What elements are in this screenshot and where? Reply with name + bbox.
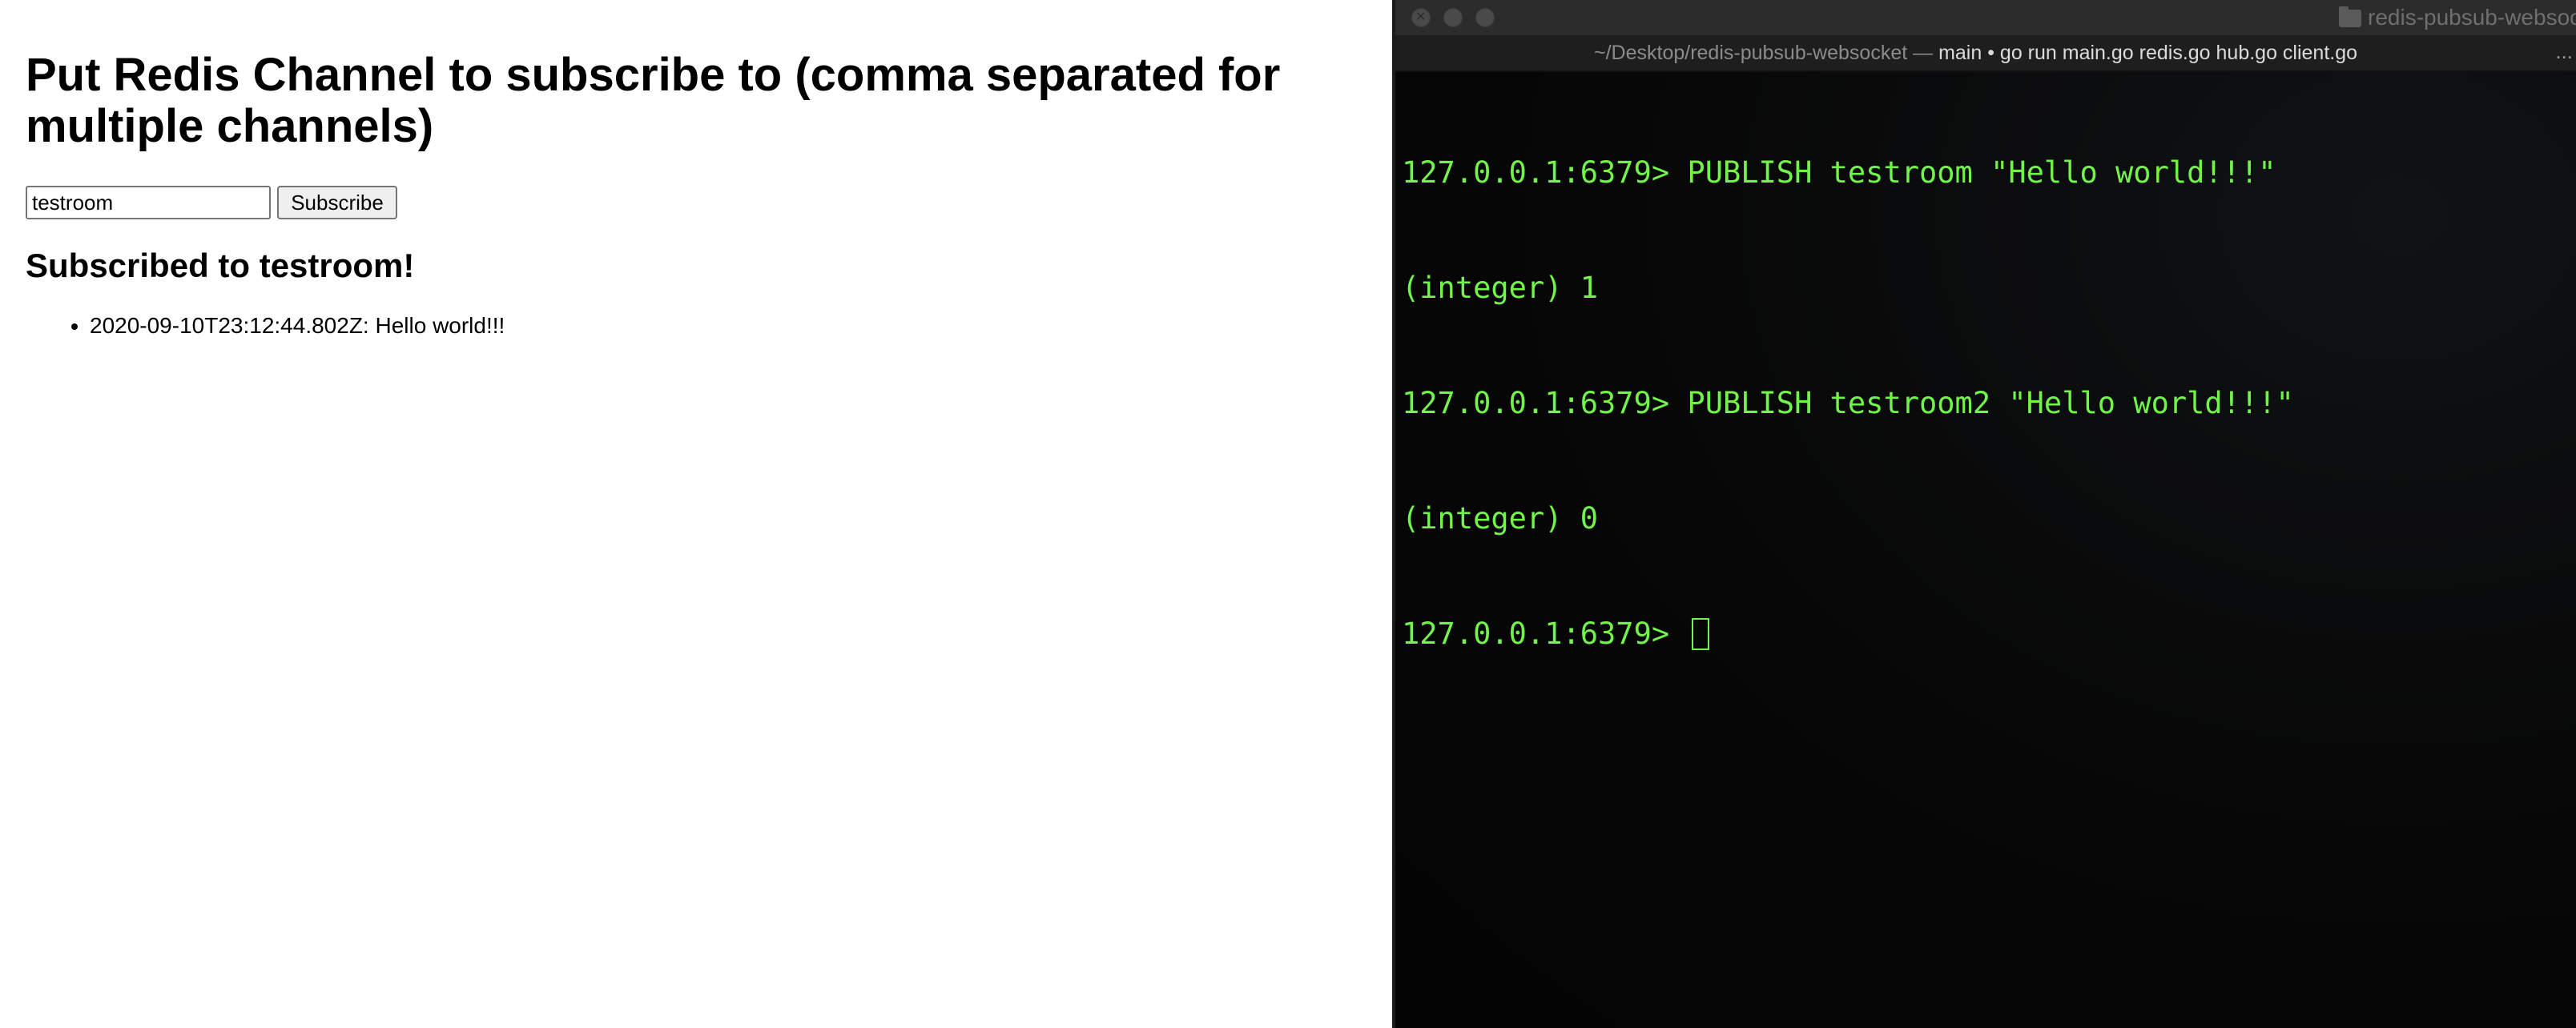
terminal-window: ✕ redis-pubsub-websoc ~/Desktop/redis-pu… (1395, 0, 2576, 1028)
page-title: Put Redis Channel to subscribe to (comma… (26, 49, 1281, 152)
tab-path: ~/Desktop/redis-pubsub-websocket — (1594, 42, 1939, 64)
minimize-icon[interactable] (1443, 8, 1463, 27)
more-tabs-icon[interactable]: ... (2555, 38, 2573, 64)
message-list: 2020-09-10T23:12:44.802Z: Hello world!!! (26, 306, 505, 346)
terminal-line: 127.0.0.1:6379> PUBLISH testroom "Hello … (1402, 155, 2276, 190)
terminal-tab-bar[interactable]: ~/Desktop/redis-pubsub-websocket — main … (1395, 35, 2576, 72)
tab-title[interactable]: ~/Desktop/redis-pubsub-websocket — main … (1594, 40, 2357, 66)
terminal-prompt: 127.0.0.1:6379> (1402, 616, 1688, 651)
terminal-line: (integer) 1 (1402, 271, 1599, 305)
terminal-cursor (1692, 618, 1710, 650)
message-item: 2020-09-10T23:12:44.802Z: Hello world!!! (90, 306, 505, 346)
maximize-icon[interactable] (1475, 8, 1495, 27)
close-glyph: ✕ (1415, 10, 1427, 24)
terminal-output: 127.0.0.1:6379> PUBLISH testroom "Hello … (1402, 77, 2294, 730)
terminal-line: (integer) 0 (1402, 501, 1599, 536)
folder-icon (2339, 6, 2361, 27)
subscription-status: Subscribed to testroom! (26, 247, 415, 284)
channel-input[interactable] (26, 186, 271, 219)
tab-command: main • go run main.go redis.go hub.go cl… (1938, 42, 2358, 64)
window-title: redis-pubsub-websoc (2368, 5, 2576, 30)
terminal-body[interactable]: 127.0.0.1:6379> PUBLISH testroom "Hello … (1395, 72, 2576, 1028)
subscribe-button[interactable]: Subscribe (277, 186, 397, 219)
browser-page: Put Redis Channel to subscribe to (comma… (0, 0, 1392, 1028)
terminal-line: 127.0.0.1:6379> PUBLISH testroom2 "Hello… (1402, 386, 2294, 420)
terminal-prompt-line[interactable]: 127.0.0.1:6379> (1402, 615, 2294, 653)
close-icon[interactable]: ✕ (1411, 8, 1431, 27)
terminal-titlebar: ✕ redis-pubsub-websoc (1395, 0, 2576, 35)
